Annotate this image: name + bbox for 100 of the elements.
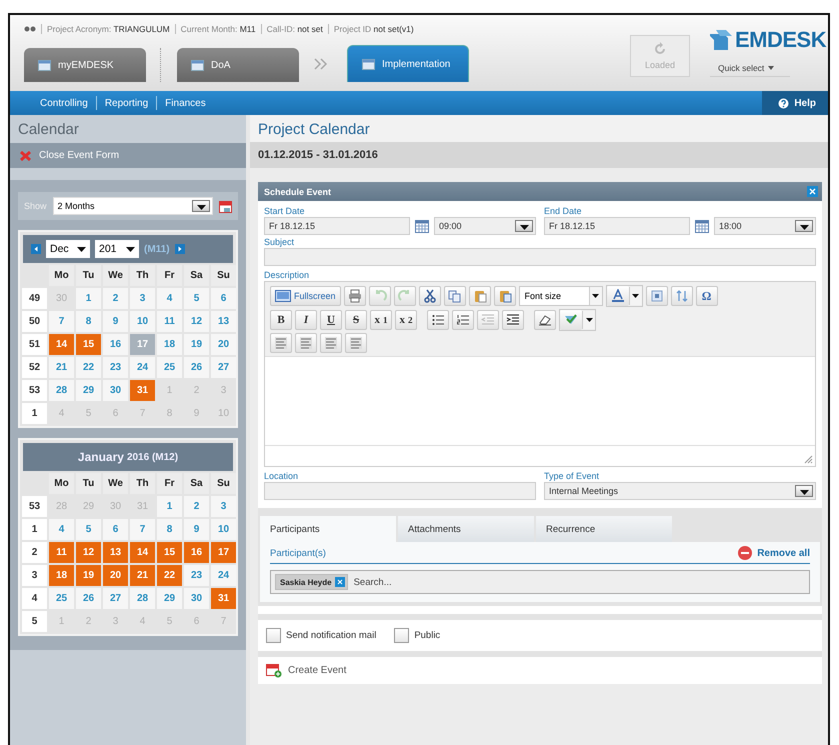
calendar-day[interactable]: 28 [49, 380, 74, 401]
calendar-day[interactable]: 31 [130, 380, 155, 401]
calendar-day[interactable]: 19 [76, 565, 101, 586]
location-field[interactable] [264, 482, 536, 500]
calendar-day[interactable]: 29 [157, 588, 182, 609]
module-tab[interactable]: DoA [177, 48, 299, 82]
calendar-day[interactable]: 15 [157, 542, 182, 563]
nav-link[interactable]: Finances [157, 98, 214, 108]
calendar-day[interactable]: 8 [157, 519, 182, 540]
calendar-day[interactable]: 1 [157, 496, 182, 517]
calendar-day[interactable]: 21 [130, 565, 155, 586]
scissors-button[interactable] [418, 286, 441, 306]
indent-button[interactable] [502, 310, 524, 330]
letter-box-button[interactable] [646, 286, 668, 306]
calendar-day[interactable]: 5 [76, 519, 101, 540]
calendar-day[interactable]: 7 [130, 519, 155, 540]
calendar-day[interactable]: 20 [211, 334, 236, 355]
quick-select-dropdown[interactable]: Quick select [710, 61, 790, 77]
align-left-button[interactable] [270, 333, 292, 353]
calendar-day[interactable]: 14 [49, 334, 74, 355]
font-size-dropdown[interactable]: Font size [518, 286, 603, 306]
remove-icon[interactable] [334, 577, 345, 587]
calendar-day[interactable]: 22 [157, 565, 182, 586]
calendar-day[interactable]: 2 [103, 288, 128, 309]
resize-grip-icon[interactable] [804, 455, 813, 464]
calendar-day[interactable]: 11 [49, 542, 74, 563]
time-dropdown[interactable]: 09:00 [434, 217, 536, 235]
fullscreen-button[interactable]: Fullscreen [270, 286, 341, 306]
event-type-dropdown[interactable]: Internal Meetings [544, 482, 816, 500]
close-event-form-button[interactable]: Close Event Form [10, 143, 246, 168]
special-character-button[interactable]: Ω [696, 286, 718, 306]
clipboard-button[interactable] [468, 286, 491, 306]
previous-month-icon[interactable] [31, 244, 41, 254]
year-dropdown[interactable]: 201 [95, 240, 139, 258]
checkbox[interactable] [266, 628, 281, 643]
format-button[interactable]: U [320, 310, 342, 330]
calendar-day[interactable]: 3 [211, 496, 236, 517]
calendar-day[interactable]: 4 [49, 519, 74, 540]
calendar-day[interactable]: 29 [76, 380, 101, 401]
format-button[interactable]: B [270, 310, 292, 330]
calendar-day[interactable]: 10 [211, 519, 236, 540]
nav-link[interactable]: Reporting [96, 98, 156, 108]
calendar-day[interactable]: 16 [184, 542, 209, 563]
calendar-day[interactable]: 25 [157, 357, 182, 378]
calendar-day[interactable]: 12 [76, 542, 101, 563]
calendar-day[interactable]: 6 [103, 519, 128, 540]
calendar-day[interactable]: 6 [211, 288, 236, 309]
next-month-icon[interactable] [174, 244, 185, 254]
calendar-day[interactable]: 30 [103, 380, 128, 401]
search-field[interactable]: Search... [354, 576, 805, 588]
help-button[interactable]: Help [762, 91, 828, 115]
loaded-button[interactable]: Loaded [630, 35, 690, 77]
text-color-button[interactable] [606, 286, 629, 306]
calendar-day[interactable]: 23 [103, 357, 128, 378]
calendar-day[interactable]: 10 [130, 311, 155, 332]
remove-all-button[interactable]: Remove all [738, 546, 810, 560]
calendar-day[interactable]: 27 [211, 357, 236, 378]
form-tab[interactable]: Attachments [398, 516, 534, 542]
numbered-list-button[interactable] [452, 310, 474, 330]
calendar-day[interactable]: 22 [76, 357, 101, 378]
calendar-day[interactable]: 8 [76, 311, 101, 332]
calendar-day[interactable]: 14 [130, 542, 155, 563]
dropdown-icon[interactable] [515, 220, 533, 232]
create-event-button[interactable]: Create Event [266, 663, 346, 678]
bullet-list-button[interactable] [427, 310, 449, 330]
eraser-button[interactable] [534, 310, 556, 330]
calendar-day[interactable]: 9 [103, 311, 128, 332]
dropdown-icon[interactable] [628, 287, 642, 305]
date-field[interactable]: Fr 18.12.15 [544, 217, 690, 235]
participant-search-field[interactable]: Saskia Heyde Search... [270, 570, 810, 594]
calendar-day[interactable]: 17 [130, 334, 155, 355]
month-dropdown[interactable]: Dec [46, 240, 90, 258]
time-dropdown[interactable]: 18:00 [714, 217, 816, 235]
calendar-day[interactable]: 2 [184, 496, 209, 517]
dropdown-icon[interactable] [582, 311, 595, 329]
calendar-day[interactable]: 11 [157, 311, 182, 332]
calendar-day[interactable]: 28 [130, 588, 155, 609]
calendar-day[interactable]: 18 [49, 565, 74, 586]
calendar-day[interactable]: 23 [184, 565, 209, 586]
format-button[interactable]: S [345, 310, 367, 330]
calendar-day[interactable]: 16 [103, 334, 128, 355]
copy-button[interactable] [444, 286, 466, 306]
calendar-day[interactable]: 9 [184, 519, 209, 540]
dropdown-icon[interactable] [795, 485, 813, 497]
calendar-day[interactable]: 13 [103, 542, 128, 563]
calendar-day[interactable]: 20 [103, 565, 128, 586]
calendar-day[interactable]: 3 [130, 288, 155, 309]
nav-link[interactable]: Controlling [32, 98, 96, 108]
form-tab[interactable]: Participants [260, 516, 396, 542]
calendar-day[interactable]: 27 [103, 588, 128, 609]
calendar-day[interactable]: 21 [49, 357, 74, 378]
calendar-icon[interactable] [415, 220, 429, 232]
calendar-day[interactable]: 18 [157, 334, 182, 355]
calendar-day[interactable]: 7 [49, 311, 74, 332]
calendar-day[interactable]: 1 [76, 288, 101, 309]
form-tab[interactable]: Recurrence [536, 516, 672, 542]
clipboard-doc-button[interactable] [494, 286, 516, 306]
dropdown-icon[interactable] [192, 200, 210, 212]
calendar-day[interactable]: 24 [211, 565, 236, 586]
calendar-day[interactable]: 19 [184, 334, 209, 355]
